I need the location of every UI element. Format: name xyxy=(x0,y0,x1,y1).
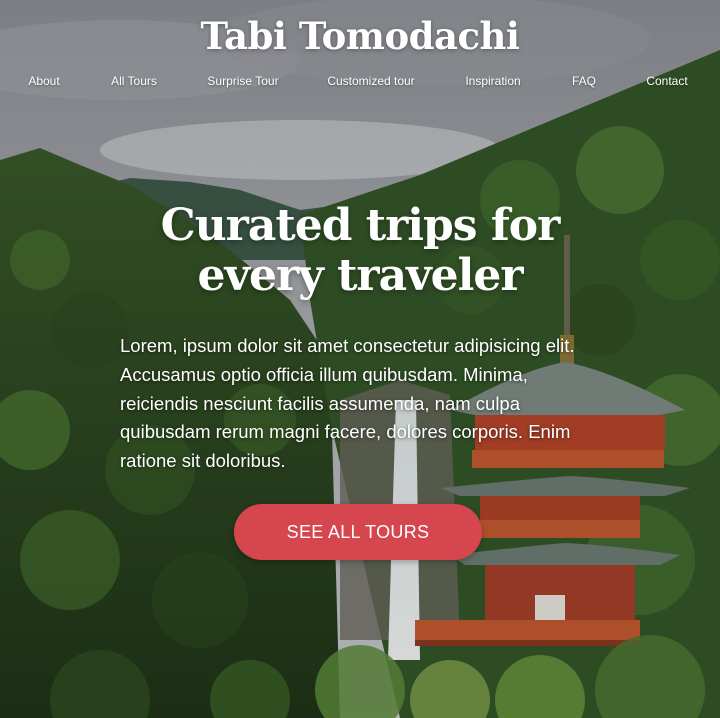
nav-item-customized-tour[interactable]: Customized tour xyxy=(327,74,414,88)
hero-section: Tabi Tomodachi About All Tours Surprise … xyxy=(0,0,720,718)
nav-item-surprise-tour[interactable]: Surprise Tour xyxy=(207,74,278,88)
hero-headline-line-1: Curated trips for xyxy=(160,200,561,251)
hero-description: Lorem, ipsum dolor sit amet consectetur … xyxy=(120,335,575,472)
nav-item-faq[interactable]: FAQ xyxy=(572,74,596,88)
main-nav: About All Tours Surprise Tour Customized… xyxy=(0,74,720,92)
nav-item-about[interactable]: About xyxy=(28,74,59,88)
hero-headline: Curated trips for every traveler xyxy=(0,201,720,301)
hero-headline-line-2: every traveler xyxy=(197,250,523,301)
nav-item-all-tours[interactable]: All Tours xyxy=(111,74,157,88)
nav-item-inspiration[interactable]: Inspiration xyxy=(465,74,520,88)
site-logo[interactable]: Tabi Tomodachi xyxy=(0,14,720,58)
nav-item-contact[interactable]: Contact xyxy=(646,74,687,88)
see-all-tours-button[interactable]: SEE ALL TOURS xyxy=(234,504,482,560)
